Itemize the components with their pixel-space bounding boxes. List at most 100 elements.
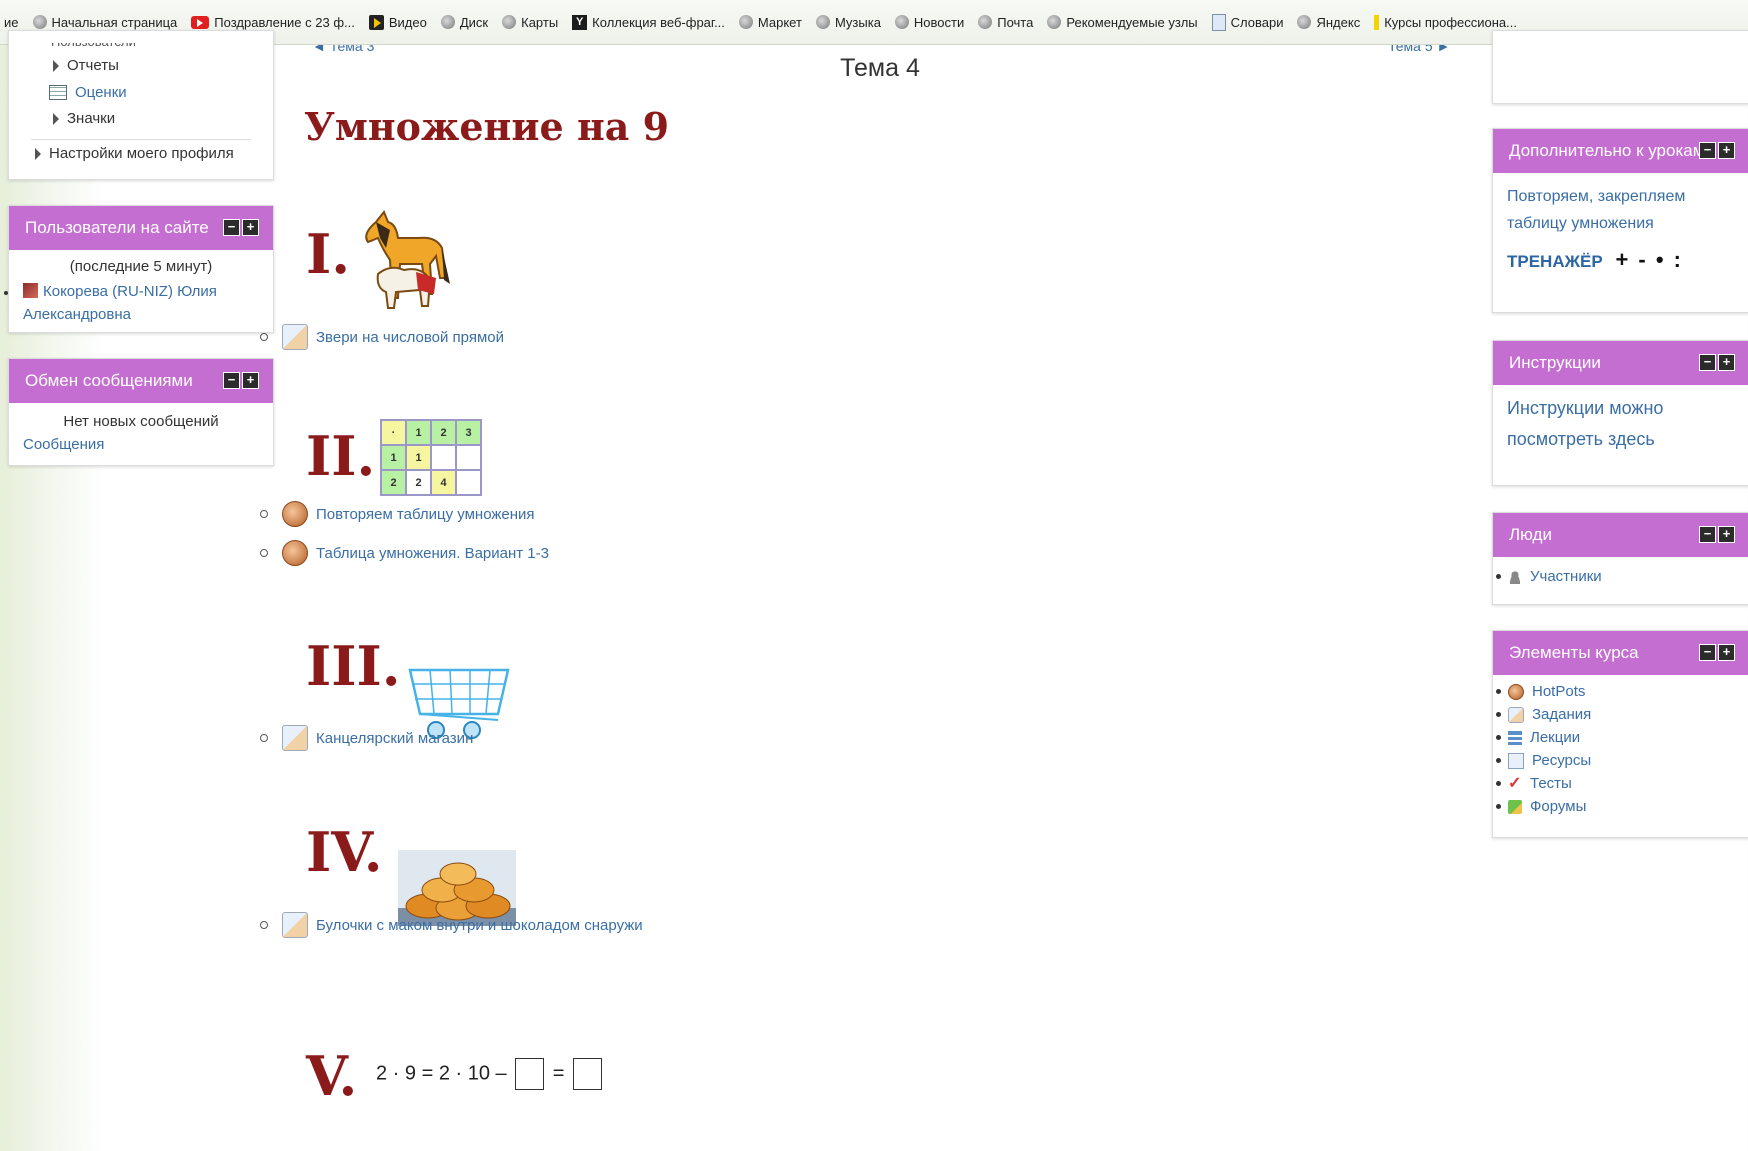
bookmark-item[interactable]: Y Коллекция веб-фраг... xyxy=(572,14,725,30)
nav-label: Оценки xyxy=(75,84,127,101)
course-element-item[interactable]: HotPots xyxy=(1493,680,1591,703)
activity-item[interactable]: Таблица умножения. Вариант 1-3 xyxy=(260,540,549,566)
list-bullet xyxy=(260,549,268,557)
course-element-item[interactable]: Форумы xyxy=(1493,795,1591,818)
course-element-link: Тесты xyxy=(1530,775,1572,792)
answer-box xyxy=(573,1058,603,1090)
list-bullet xyxy=(260,333,268,341)
instructions-link[interactable]: Инструкции можно посмотреть здесь xyxy=(1507,393,1707,455)
course-element-item[interactable]: ✓ Тесты xyxy=(1493,772,1591,795)
table-cell: 3 xyxy=(455,419,482,446)
part-numeral: III. xyxy=(306,634,401,698)
activity-item[interactable]: Звери на числовой прямой xyxy=(260,324,504,350)
crayon-icon xyxy=(1374,14,1380,30)
table-cell xyxy=(455,444,482,471)
bookmark-item[interactable]: Начальная страница xyxy=(32,15,177,30)
expand-arrow-icon xyxy=(53,112,59,125)
bookmark-item[interactable]: Маркет xyxy=(738,15,802,30)
dock-icon[interactable]: + xyxy=(1718,526,1735,543)
part-numeral: V. xyxy=(306,1044,358,1108)
bookmark-item[interactable]: Почта xyxy=(978,15,1033,30)
bookmark-label: Курсы профессиона... xyxy=(1384,14,1517,30)
block-controls: − + xyxy=(1699,142,1735,159)
course-element-link: HotPots xyxy=(1532,683,1586,700)
course-element-link: Форумы xyxy=(1530,798,1587,815)
dock-icon[interactable]: + xyxy=(242,219,259,236)
hotpot-icon xyxy=(282,501,308,527)
document-icon xyxy=(1211,13,1226,31)
nav-label: Пользователи xyxy=(51,34,136,49)
answer-box xyxy=(515,1058,545,1090)
bookmark-label: Почта xyxy=(997,14,1034,30)
globe-icon xyxy=(1047,15,1062,29)
course-element-item[interactable]: Лекции xyxy=(1493,726,1591,749)
activity-item[interactable]: Канцелярский магазин xyxy=(260,725,473,751)
globe-icon xyxy=(502,15,517,29)
nav-item-grades[interactable]: Оценки xyxy=(49,84,127,101)
bookmark-label: Рекомендуемые узлы xyxy=(1066,14,1198,30)
course-element-link: Ресурсы xyxy=(1532,752,1592,769)
bookmark-item[interactable]: Рекомендуемые узлы xyxy=(1047,14,1198,30)
dock-icon[interactable]: + xyxy=(1718,644,1735,661)
list-bullet xyxy=(260,734,268,742)
block-title: Обмен сообщениями xyxy=(25,371,193,390)
bookmark-label: Словари xyxy=(1230,14,1284,30)
dock-icon[interactable]: + xyxy=(242,372,259,389)
table-cell xyxy=(430,444,457,471)
equation-equals: = xyxy=(552,1062,565,1085)
block-controls: − + xyxy=(223,219,259,236)
bookmark-item[interactable]: Яндекс xyxy=(1297,15,1360,30)
dock-icon[interactable]: + xyxy=(1718,142,1735,159)
bookmark-item[interactable]: Музыка xyxy=(815,15,881,30)
collapse-icon[interactable]: − xyxy=(1699,644,1716,661)
dock-icon[interactable]: + xyxy=(1718,354,1735,371)
bookmark-label: Яндекс xyxy=(1316,14,1361,30)
collapse-icon[interactable]: − xyxy=(223,372,240,389)
lesson-icon xyxy=(1508,730,1522,745)
table-cell: 1 xyxy=(380,444,407,471)
bookmark-item[interactable]: Карты xyxy=(502,15,558,30)
grades-table-icon xyxy=(49,85,67,100)
nav-item-cut[interactable]: Пользователи xyxy=(51,34,136,49)
list-bullet xyxy=(260,921,268,929)
bookmark-label: Новости xyxy=(913,14,965,30)
nav-item-badges[interactable]: Значки xyxy=(53,110,115,127)
block-title: Инструкции xyxy=(1509,353,1601,372)
block-controls: − + xyxy=(1699,354,1735,371)
messages-link[interactable]: Сообщения xyxy=(23,436,104,453)
collapse-icon[interactable]: − xyxy=(223,219,240,236)
activity-item[interactable]: Повторяем таблицу умножения xyxy=(260,501,535,527)
collapse-icon[interactable]: − xyxy=(1699,526,1716,543)
nav-item-profile-settings[interactable]: Настройки моего профиля xyxy=(35,145,234,162)
list-bullet xyxy=(1496,574,1501,579)
bookmark-item[interactable]: Поздравление с 23 ф... xyxy=(191,15,355,30)
equation-left: 2 · 9 = 2 · 10 – xyxy=(376,1062,507,1085)
participants-item[interactable]: Участники xyxy=(1493,565,1602,588)
course-element-item[interactable]: Ресурсы xyxy=(1493,749,1591,772)
horse-picture xyxy=(365,210,450,309)
bookmark-item[interactable]: Новости xyxy=(894,14,965,30)
assignment-icon xyxy=(1508,706,1524,723)
extra-lesson-link[interactable]: Повторяем, закрепляем таблицу умножения xyxy=(1507,183,1727,237)
collapse-icon[interactable]: − xyxy=(1699,142,1716,159)
course-element-item[interactable]: Задания xyxy=(1493,703,1591,726)
list-bullet xyxy=(1496,758,1501,763)
collapse-icon[interactable]: − xyxy=(1699,354,1716,371)
part-numeral: I. xyxy=(306,222,351,286)
bookmark-item[interactable]: Курсы профессиона... xyxy=(1374,14,1517,30)
list-bullet xyxy=(4,291,8,295)
bookmark-item[interactable]: Диск xyxy=(440,15,488,30)
activity-link: Канцелярский магазин xyxy=(316,729,474,747)
bookmark-label: ие xyxy=(4,14,19,30)
activity-link: Таблица умножения. Вариант 1-3 xyxy=(316,544,549,562)
section-title: Тема 4 xyxy=(840,54,920,82)
online-user-item[interactable]: Кокорева (RU-NIZ) Юлия Александровна xyxy=(23,280,253,326)
nav-item-reports[interactable]: Отчеты xyxy=(53,57,119,74)
resource-icon xyxy=(1508,752,1524,769)
activity-item[interactable]: Булочки с маком внутри и шоколадом снару… xyxy=(260,912,643,938)
bookmark-item[interactable]: Словари xyxy=(1211,13,1284,31)
trainer-link[interactable]: ТРЕНАЖЁР + - • : xyxy=(1507,247,1683,273)
table-cell: 2 xyxy=(380,469,407,496)
bookmark-item[interactable]: Видео xyxy=(368,14,427,30)
bookmark-item[interactable]: ие xyxy=(4,15,19,30)
